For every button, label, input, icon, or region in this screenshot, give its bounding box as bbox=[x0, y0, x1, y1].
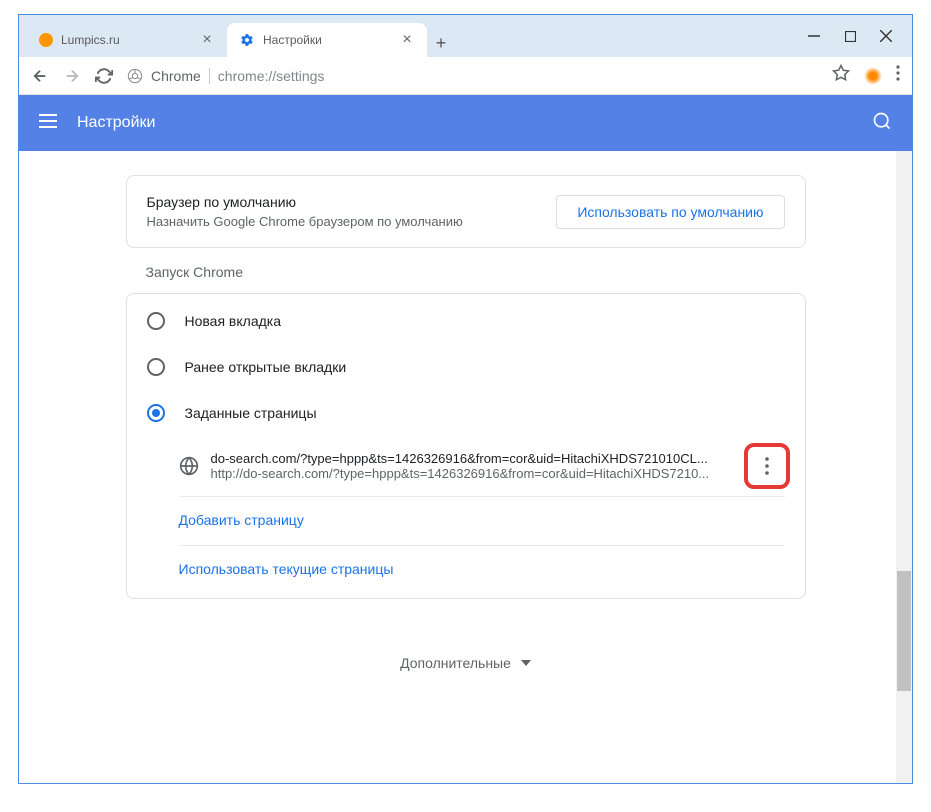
tab-title: Настройки bbox=[263, 33, 322, 47]
close-window-button[interactable] bbox=[880, 30, 892, 42]
extension-icon[interactable] bbox=[864, 67, 882, 85]
startup-section-label: Запуск Chrome bbox=[126, 264, 806, 280]
radio-icon-checked bbox=[147, 404, 165, 422]
radio-label: Ранее открытые вкладки bbox=[185, 359, 347, 375]
settings-content: Браузер по умолчанию Назначить Google Ch… bbox=[19, 151, 912, 783]
settings-favicon bbox=[239, 32, 255, 48]
window-titlebar: Lumpics.ru × Настройки × + bbox=[19, 15, 912, 57]
page-more-button[interactable] bbox=[749, 448, 785, 484]
page-url: http://do-search.com/?type=hppp&ts=14263… bbox=[211, 466, 737, 481]
advanced-toggle[interactable]: Дополнительные bbox=[19, 615, 912, 711]
back-button[interactable] bbox=[31, 67, 49, 85]
scrollbar-track[interactable] bbox=[896, 151, 912, 783]
default-browser-title: Браузер по умолчанию bbox=[147, 194, 463, 210]
address-bar: Chrome chrome://settings bbox=[19, 57, 912, 95]
hamburger-menu-icon[interactable] bbox=[39, 114, 57, 133]
new-tab-button[interactable]: + bbox=[427, 29, 455, 57]
radio-previous-tabs[interactable]: Ранее открытые вкладки bbox=[127, 344, 805, 390]
url-path: chrome://settings bbox=[218, 68, 325, 84]
page-title: do-search.com/?type=hppp&ts=1426326916&f… bbox=[211, 451, 737, 466]
default-browser-card: Браузер по умолчанию Назначить Google Ch… bbox=[126, 175, 806, 248]
default-browser-subtitle: Назначить Google Chrome браузером по умо… bbox=[147, 214, 463, 229]
lumpics-favicon bbox=[39, 33, 53, 47]
chrome-icon bbox=[127, 68, 143, 84]
use-current-link: Использовать текущие страницы bbox=[179, 561, 394, 577]
forward-button[interactable] bbox=[63, 67, 81, 85]
bookmark-star-icon[interactable] bbox=[832, 64, 850, 87]
reload-button[interactable] bbox=[95, 67, 113, 85]
radio-new-tab[interactable]: Новая вкладка bbox=[127, 298, 805, 344]
use-current-row[interactable]: Использовать текущие страницы bbox=[179, 546, 785, 594]
startup-page-entry: do-search.com/?type=hppp&ts=1426326916&f… bbox=[179, 436, 785, 497]
settings-title: Настройки bbox=[77, 114, 155, 132]
address-field[interactable]: Chrome chrome://settings bbox=[127, 68, 818, 84]
close-tab-icon[interactable]: × bbox=[199, 32, 215, 48]
set-default-button[interactable]: Использовать по умолчанию bbox=[556, 195, 784, 229]
maximize-button[interactable] bbox=[844, 30, 856, 42]
browser-menu-icon[interactable] bbox=[896, 65, 900, 86]
globe-icon bbox=[179, 456, 199, 476]
radio-label: Заданные страницы bbox=[185, 405, 317, 421]
radio-specific-pages[interactable]: Заданные страницы bbox=[127, 390, 805, 436]
scrollbar-thumb[interactable] bbox=[897, 571, 911, 691]
startup-card: Новая вкладка Ранее открытые вкладки Зад… bbox=[126, 293, 806, 599]
settings-header: Настройки bbox=[19, 95, 912, 151]
radio-icon bbox=[147, 312, 165, 330]
add-page-row[interactable]: Добавить страницу bbox=[179, 497, 785, 546]
radio-icon bbox=[147, 358, 165, 376]
more-vert-icon bbox=[765, 457, 769, 475]
tab-title: Lumpics.ru bbox=[61, 33, 120, 47]
tab-settings[interactable]: Настройки × bbox=[227, 23, 427, 57]
tab-lumpics[interactable]: Lumpics.ru × bbox=[27, 23, 227, 57]
url-scheme: Chrome bbox=[151, 68, 210, 84]
advanced-label: Дополнительные bbox=[400, 655, 511, 671]
radio-label: Новая вкладка bbox=[185, 313, 282, 329]
close-tab-icon[interactable]: × bbox=[399, 32, 415, 48]
search-icon[interactable] bbox=[872, 111, 892, 136]
add-page-link: Добавить страницу bbox=[179, 512, 304, 528]
chevron-down-icon bbox=[521, 660, 531, 666]
minimize-button[interactable] bbox=[808, 30, 820, 42]
